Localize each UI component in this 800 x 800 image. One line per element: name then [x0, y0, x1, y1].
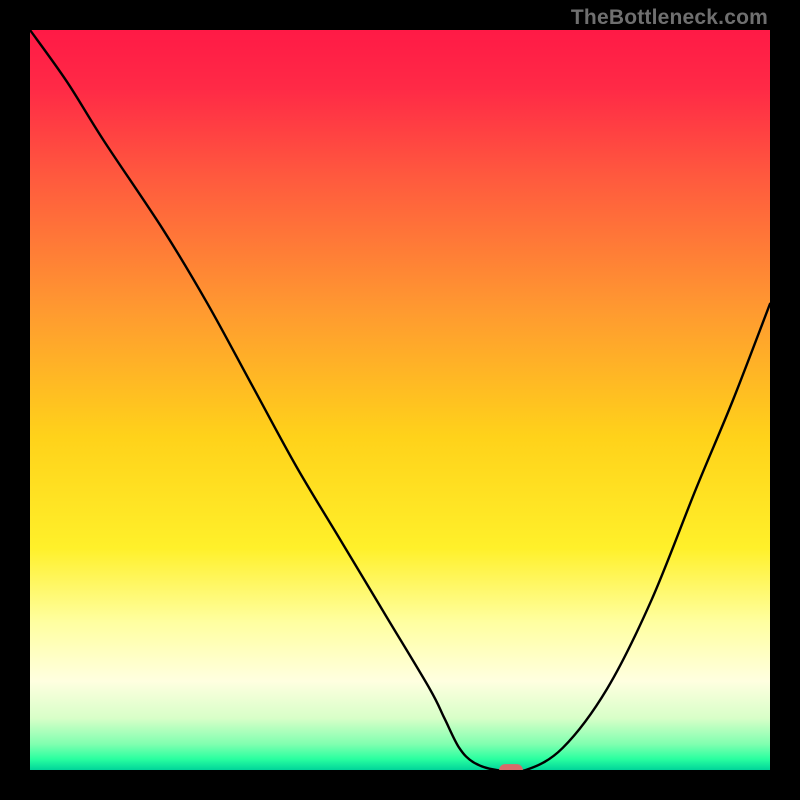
optimal-point-marker	[499, 764, 523, 770]
watermark-text: TheBottleneck.com	[571, 6, 768, 30]
chart-container: TheBottleneck.com	[0, 0, 800, 800]
curve-layer	[30, 30, 770, 770]
bottleneck-curve	[30, 30, 770, 770]
plot-area	[30, 30, 770, 770]
